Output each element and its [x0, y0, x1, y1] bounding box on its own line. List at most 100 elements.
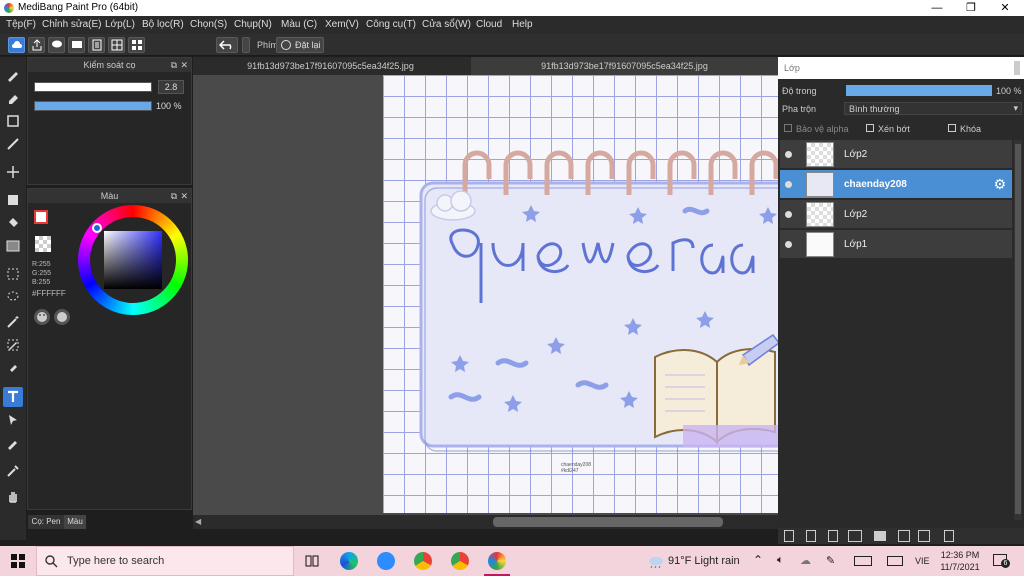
tool-bucket[interactable]	[3, 213, 23, 233]
popout-icon[interactable]: ⧉	[171, 58, 177, 72]
pen-icon[interactable]: ✎	[826, 554, 835, 567]
brush-opacity-slider[interactable]	[34, 101, 152, 111]
layer-row[interactable]: Lớp1	[780, 230, 1012, 259]
folder-icon[interactable]	[874, 531, 886, 541]
menu-view[interactable]: Xem(V)	[325, 19, 359, 30]
menu-capture[interactable]: Chụp(N)	[234, 19, 272, 30]
undo-button[interactable]	[216, 37, 238, 53]
taskbar-search-box[interactable]: Type here to search	[36, 546, 294, 576]
page-button[interactable]	[88, 37, 105, 53]
tool-text[interactable]	[3, 387, 23, 407]
brush-size-value[interactable]: 2.8	[158, 80, 184, 94]
visibility-eye-icon[interactable]	[785, 151, 792, 158]
new-halftone-layer-icon[interactable]	[806, 530, 816, 542]
menu-file[interactable]: Tệp(F)	[6, 19, 36, 30]
visibility-eye-icon[interactable]	[785, 211, 792, 218]
clock[interactable]: 12:36 PM 11/7/2021	[940, 549, 980, 573]
tool-line[interactable]	[3, 134, 23, 154]
windows-start-icon[interactable]	[11, 554, 25, 568]
notification-icon[interactable]: 6	[993, 554, 1010, 568]
menu-filter[interactable]: Bộ lọc(R)	[142, 19, 184, 30]
gear-icon[interactable]: ⚙	[993, 176, 1006, 193]
document-tab-2[interactable]: 91fb13d973be17f91607095c5ea34f25.jpg	[471, 57, 778, 75]
new-layer-icon[interactable]	[784, 530, 794, 542]
tool-magic-wand[interactable]	[3, 312, 23, 332]
chrome-profile-icon[interactable]	[451, 552, 469, 570]
menu-edit[interactable]: Chỉnh sửa(E)	[42, 19, 102, 30]
horizontal-scrollbar[interactable]: ◀	[193, 515, 778, 529]
chat-button[interactable]	[68, 37, 85, 53]
color-history-button[interactable]	[54, 309, 70, 325]
primary-color-swatch[interactable]	[34, 210, 48, 224]
menu-cloud[interactable]: Cloud	[476, 19, 502, 30]
canvas-workspace[interactable]: chaenday208 #kdi247	[193, 75, 778, 515]
language-indicator[interactable]: VIE	[915, 556, 930, 566]
volume-icon[interactable]: 🔈︎	[777, 554, 784, 567]
visibility-eye-icon[interactable]	[785, 241, 792, 248]
tool-move[interactable]	[3, 162, 23, 182]
menu-tools[interactable]: Công cụ(T)	[366, 19, 416, 30]
edge-browser-icon[interactable]	[340, 552, 358, 570]
tool-blur[interactable]	[3, 433, 23, 453]
layer-scrollbar-thumb[interactable]	[1015, 144, 1021, 514]
scroll-left-arrow-icon[interactable]: ◀	[195, 517, 201, 526]
menu-select[interactable]: Chọn(S)	[190, 19, 227, 30]
menu-help[interactable]: Help	[512, 19, 533, 30]
tool-hand[interactable]	[3, 486, 23, 506]
protect-alpha-checkbox[interactable]	[784, 124, 792, 132]
grid-view-button[interactable]	[108, 37, 125, 53]
duplicate-layer-icon[interactable]	[898, 530, 910, 542]
minimize-button[interactable]: —	[920, 0, 954, 16]
share-button[interactable]	[28, 37, 45, 53]
weather-text[interactable]: 91°F Light rain	[668, 555, 740, 567]
tool-lasso[interactable]	[3, 287, 23, 307]
saturation-value-square[interactable]	[104, 231, 162, 289]
display-icon[interactable]	[887, 556, 903, 566]
color-palette-button[interactable]	[34, 309, 50, 325]
zoom-icon[interactable]	[377, 552, 395, 570]
close-panel-icon[interactable]: ✕	[180, 58, 188, 72]
brush-size-slider[interactable]	[34, 82, 152, 92]
hue-ring[interactable]	[78, 205, 188, 315]
merge-layer-icon[interactable]	[918, 530, 930, 542]
layer-list-scrollbar[interactable]	[1014, 140, 1022, 520]
layer-row[interactable]: Lớp2	[780, 200, 1012, 229]
cloud-sync-button[interactable]	[8, 37, 25, 53]
popout-icon[interactable]: ⧉	[171, 189, 177, 203]
layer-row-selected[interactable]: chaenday208 ⚙	[780, 170, 1012, 199]
panel-scroll-handle[interactable]	[1014, 61, 1020, 75]
menu-layer[interactable]: Lớp(L)	[105, 19, 135, 30]
artboard[interactable]: chaenday208 #kdi247	[383, 75, 778, 513]
scrollbar-thumb[interactable]	[493, 517, 723, 527]
layer-opacity-slider[interactable]	[846, 85, 992, 96]
chevron-up-icon[interactable]: ⌃	[753, 553, 763, 567]
tool-select-pen[interactable]	[3, 335, 23, 355]
maximize-button[interactable]: ❐	[954, 0, 988, 16]
comment-button[interactable]	[48, 37, 65, 53]
color-tab[interactable]: Màu	[64, 515, 86, 529]
clip-checkbox[interactable]	[866, 124, 874, 132]
task-view-icon[interactable]	[305, 554, 319, 568]
redo-handle[interactable]	[242, 37, 250, 53]
document-tab-1[interactable]: 91fb13d973be17f91607095c5ea34f25.jpg	[193, 57, 468, 75]
tool-select[interactable]	[3, 264, 23, 284]
tool-eraser[interactable]	[3, 88, 23, 108]
menu-window[interactable]: Cửa sổ(W)	[422, 19, 471, 30]
tool-brush[interactable]	[3, 65, 23, 85]
layer-row[interactable]: Lớp2	[780, 140, 1012, 169]
tool-eyedropper[interactable]	[3, 461, 23, 481]
transparent-color-swatch[interactable]	[35, 236, 51, 252]
close-panel-icon[interactable]: ✕	[180, 189, 188, 203]
add-layer-menu-icon[interactable]	[848, 530, 862, 542]
chrome-icon[interactable]	[414, 552, 432, 570]
trash-icon[interactable]	[944, 530, 954, 542]
brush-tab[interactable]: Cọ: Pen	[28, 515, 64, 529]
blend-mode-select[interactable]: Bình thường ▾	[844, 102, 1022, 115]
tool-fill-rect[interactable]	[3, 190, 23, 210]
tool-rectangle[interactable]	[3, 111, 23, 131]
tool-select-eraser[interactable]	[3, 357, 23, 377]
tool-gradient[interactable]	[3, 236, 23, 256]
new-8bit-layer-icon[interactable]	[828, 530, 838, 542]
medibang-taskbar-icon[interactable]	[488, 552, 506, 570]
visibility-eye-icon[interactable]	[785, 181, 792, 188]
